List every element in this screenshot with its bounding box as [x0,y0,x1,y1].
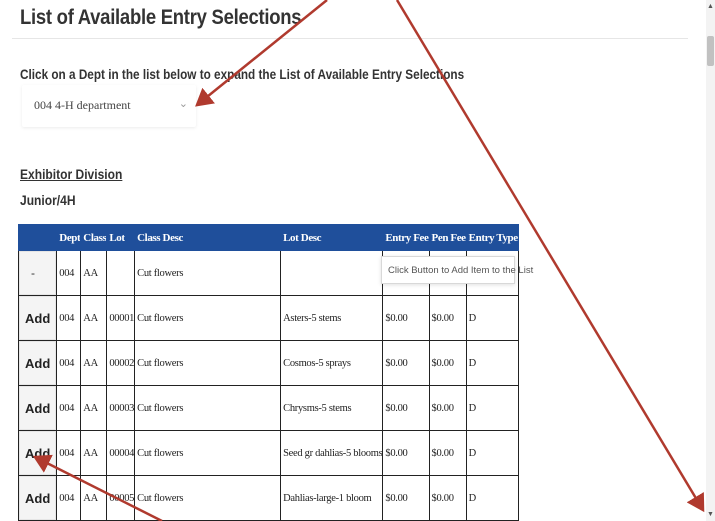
add-button[interactable]: Add [19,341,56,385]
entry-type-cell: D [465,430,519,476]
department-select-value: 004 4-H department [34,98,131,112]
table-row: Add 004 AA 00003 Cut flowers Chrysms-5 s… [17,385,519,431]
dept-cell: 004 [56,430,82,476]
add-button-tooltip: Click Button to Add Item to the List [381,256,533,284]
scrollbar-thumb[interactable] [707,36,714,66]
column-header: Class Desc [134,224,282,251]
pen-fee-cell: $0.00 [428,295,467,341]
pen-fee-cell: $0.00 [428,430,467,476]
pen-fee-cell: $0.00 [428,340,467,386]
table-row: Add 004 AA 00001 Cut flowers Asters-5 st… [17,295,519,341]
exhibitor-division-link[interactable]: Exhibitor Division [20,166,122,182]
division-name: Junior/4H [20,192,76,208]
lot-cell: 00003 [106,385,136,431]
entry-type-cell: D [465,340,519,386]
title-divider [12,38,688,39]
lot-desc-cell: Chrysms-5 stems [280,385,384,431]
entry-fee-cell: $0.00 [382,430,430,476]
class-cell: AA [80,475,108,521]
department-select[interactable]: 004 4-H department ⌄ [22,85,196,127]
collapse-button[interactable]: - [19,251,56,295]
column-header: Entry Fee [382,224,430,251]
dept-cell: 004 [56,385,82,431]
add-button[interactable]: Add [19,431,56,475]
lot-cell: 00001 [106,295,136,341]
class-cell: AA [80,340,108,386]
table-row: Add 004 AA 00005 Cut flowers Dahlias-lar… [17,475,519,521]
entry-type-cell: D [465,385,519,431]
scroll-down-icon[interactable]: ▼ [707,511,714,518]
class-desc-cell: Cut flowers [134,430,282,476]
lot-desc-cell: Cosmos-5 sprays [280,340,384,386]
class-desc-cell: Cut flowers [134,340,282,386]
class-cell: AA [80,250,108,296]
page-title: List of Available Entry Selections [20,6,302,29]
column-header [17,224,58,251]
dept-cell: 004 [56,295,82,341]
column-header: Dept [56,224,82,251]
vertical-scrollbar[interactable]: ▲ ▼ [706,0,715,521]
lot-cell: 00002 [106,340,136,386]
column-header: Lot [106,224,136,251]
table-row: Add 004 AA 00002 Cut flowers Cosmos-5 sp… [17,340,519,386]
instruction-text: Click on a Dept in the list below to exp… [20,66,465,82]
add-button[interactable]: Add [19,476,56,520]
table-header-row: Dept Class Lot Class Desc Lot Desc Entry… [17,224,519,251]
entry-type-cell: D [465,475,519,521]
entry-selections-page: List of Available Entry Selections Click… [0,0,706,521]
lot-cell: 00005 [106,475,136,521]
pen-fee-cell: $0.00 [428,385,467,431]
pen-fee-cell: $0.00 [428,475,467,521]
entry-fee-cell: $0.00 [382,385,430,431]
dept-cell: 004 [56,340,82,386]
lot-desc-cell: Asters-5 stems [280,295,384,341]
entry-fee-cell: $0.00 [382,475,430,521]
dept-cell: 004 [56,475,82,521]
entry-fee-cell: $0.00 [382,340,430,386]
column-header: Entry Type [465,224,519,251]
column-header: Pen Fee [428,224,467,251]
class-cell: AA [80,430,108,476]
table-row: Add 004 AA 00004 Cut flowers Seed gr dah… [17,430,519,476]
lot-cell [106,250,136,296]
lot-desc-cell: Dahlias-large-1 bloom [280,475,384,521]
class-cell: AA [80,295,108,341]
column-header: Lot Desc [280,224,384,251]
class-desc-cell: Cut flowers [134,385,282,431]
add-button[interactable]: Add [19,386,56,430]
lot-desc-cell: Seed gr dahlias-5 blooms [280,430,384,476]
entry-fee-cell: $0.00 [382,295,430,341]
add-button[interactable]: Add [19,296,56,340]
column-header: Class [80,224,108,251]
class-desc-cell: Cut flowers [134,295,282,341]
entry-type-cell: D [465,295,519,341]
scroll-up-icon[interactable]: ▲ [707,3,714,10]
class-desc-cell: Cut flowers [134,475,282,521]
dept-cell: 004 [56,250,82,296]
chevron-down-icon: ⌄ [178,98,188,110]
class-desc-cell: Cut flowers [134,250,282,296]
lot-desc-cell [280,250,384,296]
class-cell: AA [80,385,108,431]
lot-cell: 00004 [106,430,136,476]
